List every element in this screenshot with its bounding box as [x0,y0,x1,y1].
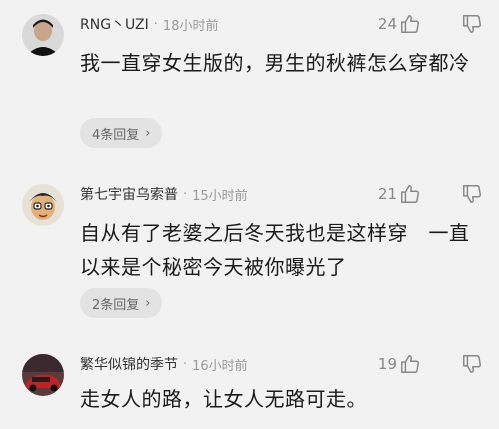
comment-text: 走女人的路，让女人无路可走。 [80,387,367,411]
thumbs-down-icon[interactable] [461,13,483,35]
chevron-right-icon: › [145,295,151,311]
comment-actions: 19 [378,353,483,375]
comment-actions: 21 [378,183,483,205]
thumbs-down-icon[interactable] [461,183,483,205]
view-replies-button[interactable]: 4条回复 › [80,118,163,148]
avatar[interactable] [22,14,64,56]
replies-label: 2条回复 [92,297,140,313]
comment-text: 我一直穿女生版的，男生的秋裤怎么穿都冷 [80,51,470,75]
timestamp: 16小时前 [192,358,248,374]
separator-dot: · [183,356,188,372]
comment-actions: 24 [378,13,483,35]
comment-header: 繁华似锦的季节 · 16小时前 19 [80,353,483,375]
comment-item: 繁华似锦的季节 · 16小时前 19 走女人的路，让女人无路可走。 [0,340,499,429]
timestamp: 18小时前 [162,18,219,34]
username[interactable]: 繁华似锦的季节 [80,354,178,374]
separator-dot: · [153,16,158,32]
comment-text: 自从有了老婆之后冬天我也是这样穿 一直以来是个秘密今天被你曝光了 [80,221,470,279]
timestamp: 15小时前 [192,188,248,204]
thumbs-down-icon[interactable] [461,353,483,375]
like-count: 19 [377,355,397,373]
thumbs-up-icon[interactable] [399,183,421,205]
comment-header: RNG丶UZI · 18小时前 24 [80,13,483,35]
separator-dot: · [183,186,188,202]
replies-label: 4条回复 [92,127,140,143]
username[interactable]: RNG丶UZI [80,14,149,34]
view-replies-button[interactable]: 2条回复 › [80,288,163,318]
thumbs-up-icon[interactable] [399,353,421,375]
username[interactable]: 第七宇宙乌索普 [80,184,178,204]
chevron-right-icon: › [145,125,151,141]
thumbs-up-icon[interactable] [399,13,421,35]
like-count: 21 [377,185,397,203]
avatar[interactable] [22,354,64,396]
comment-header: 第七宇宙乌索普 · 15小时前 21 [80,183,483,205]
comment-item: RNG丶UZI · 18小时前 24 我一直穿女生版的，男生的秋裤怎么穿都冷 4… [0,0,499,150]
avatar[interactable] [22,184,64,226]
comment-item: 第七宇宙乌索普 · 15小时前 21 自从有了老婆之后冬天我也是这样穿 一直以来… [0,170,499,320]
like-count: 24 [377,15,397,33]
